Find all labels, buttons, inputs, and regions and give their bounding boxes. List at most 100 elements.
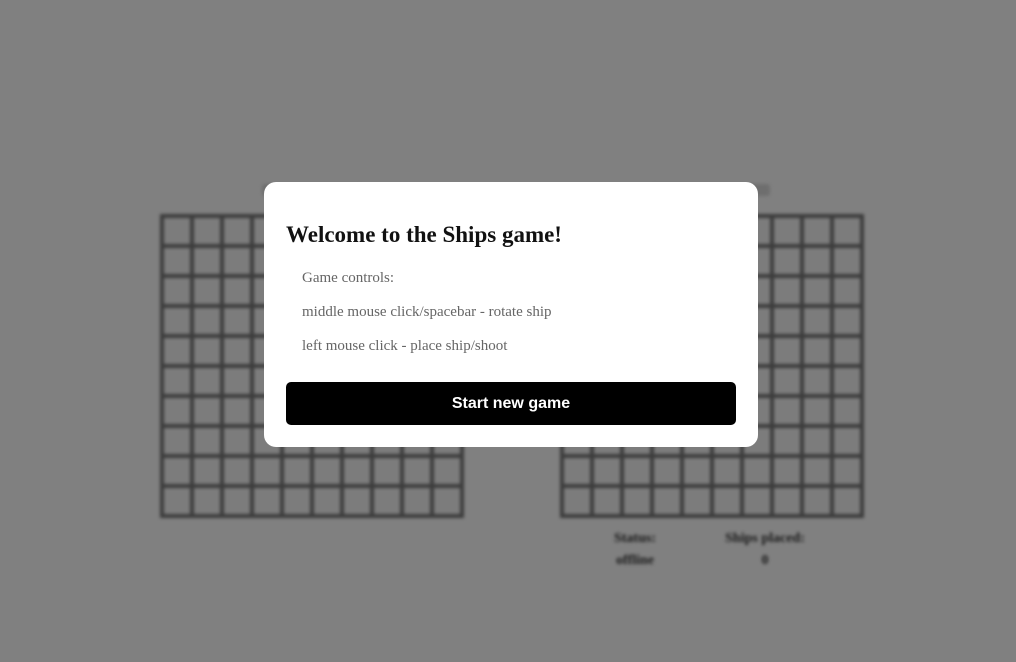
ships-placed-label: Ships placed: [725, 531, 805, 546]
board-cell[interactable] [162, 246, 192, 276]
board-cell[interactable] [832, 366, 862, 396]
controls-heading: Game controls: [302, 270, 395, 286]
board-cell[interactable] [562, 486, 592, 516]
board-cell[interactable] [192, 396, 222, 426]
board-cell[interactable] [712, 486, 742, 516]
board-cell[interactable] [772, 366, 802, 396]
board-cell[interactable] [802, 456, 832, 486]
board-cell[interactable] [802, 486, 832, 516]
board-cell[interactable] [222, 216, 252, 246]
board-cell[interactable] [832, 336, 862, 366]
board-cell[interactable] [222, 456, 252, 486]
board-cell[interactable] [682, 486, 712, 516]
control-rotate: middle mouse click/spacebar - rotate shi… [302, 304, 552, 320]
board-cell[interactable] [772, 396, 802, 426]
board-cell[interactable] [562, 456, 592, 486]
board-cell[interactable] [832, 246, 862, 276]
board-cell[interactable] [162, 396, 192, 426]
game-stats: Status: offline Ships placed: 0 [580, 528, 820, 572]
board-cell[interactable] [222, 246, 252, 276]
control-place-shoot: left mouse click - place ship/shoot [302, 338, 508, 354]
board-cell[interactable] [342, 486, 372, 516]
board-cell[interactable] [742, 486, 772, 516]
board-cell[interactable] [252, 456, 282, 486]
board-cell[interactable] [372, 486, 402, 516]
board-cell[interactable] [802, 276, 832, 306]
board-cell[interactable] [192, 276, 222, 306]
board-cell[interactable] [162, 336, 192, 366]
board-cell[interactable] [772, 246, 802, 276]
board-cell[interactable] [682, 456, 712, 486]
board-cell[interactable] [402, 456, 432, 486]
board-cell[interactable] [372, 456, 402, 486]
board-cell[interactable] [162, 276, 192, 306]
board-cell[interactable] [772, 216, 802, 246]
board-cell[interactable] [592, 486, 622, 516]
board-cell[interactable] [742, 456, 772, 486]
board-cell[interactable] [802, 366, 832, 396]
board-cell[interactable] [832, 396, 862, 426]
board-cell[interactable] [802, 246, 832, 276]
board-cell[interactable] [772, 426, 802, 456]
board-cell[interactable] [802, 336, 832, 366]
board-cell[interactable] [342, 456, 372, 486]
board-cell[interactable] [622, 456, 652, 486]
board-cell[interactable] [162, 366, 192, 396]
board-cell[interactable] [162, 456, 192, 486]
board-cell[interactable] [222, 396, 252, 426]
board-cell[interactable] [162, 426, 192, 456]
board-cell[interactable] [832, 306, 862, 336]
board-cell[interactable] [192, 246, 222, 276]
board-cell[interactable] [222, 306, 252, 336]
board-cell[interactable] [622, 486, 652, 516]
board-cell[interactable] [432, 486, 462, 516]
board-cell[interactable] [162, 216, 192, 246]
board-cell[interactable] [192, 216, 222, 246]
board-cell[interactable] [252, 486, 282, 516]
board-cell[interactable] [162, 486, 192, 516]
board-cell[interactable] [192, 306, 222, 336]
board-cell[interactable] [592, 456, 622, 486]
game-stage: Status: offline Ships placed: 0 Welcome … [0, 0, 1016, 662]
board-cell[interactable] [312, 456, 342, 486]
board-cell[interactable] [802, 216, 832, 246]
board-cell[interactable] [832, 456, 862, 486]
board-cell[interactable] [432, 456, 462, 486]
board-cell[interactable] [222, 426, 252, 456]
board-cell[interactable] [402, 486, 432, 516]
board-cell[interactable] [192, 366, 222, 396]
board-cell[interactable] [712, 456, 742, 486]
board-cell[interactable] [282, 486, 312, 516]
board-cell[interactable] [652, 456, 682, 486]
board-cell[interactable] [282, 456, 312, 486]
board-cell[interactable] [832, 216, 862, 246]
board-cell[interactable] [222, 276, 252, 306]
start-new-game-button[interactable]: Start new game [286, 382, 736, 425]
status-stat: Status: offline [580, 528, 690, 572]
board-cell[interactable] [832, 426, 862, 456]
status-value: offline [615, 553, 655, 568]
board-cell[interactable] [832, 276, 862, 306]
board-cell[interactable] [772, 276, 802, 306]
board-cell[interactable] [802, 396, 832, 426]
board-cell[interactable] [222, 486, 252, 516]
board-cell[interactable] [802, 426, 832, 456]
board-cell[interactable] [192, 486, 222, 516]
board-cell[interactable] [222, 336, 252, 366]
board-cell[interactable] [162, 306, 192, 336]
board-cell[interactable] [652, 486, 682, 516]
board-cell[interactable] [192, 426, 222, 456]
board-cell[interactable] [312, 486, 342, 516]
board-cell[interactable] [772, 336, 802, 366]
ships-placed-value: 0 [761, 553, 769, 568]
board-cell[interactable] [802, 306, 832, 336]
board-cell[interactable] [192, 456, 222, 486]
board-cell[interactable] [222, 366, 252, 396]
board-cell[interactable] [192, 336, 222, 366]
status-label: Status: [613, 531, 656, 546]
welcome-modal: Welcome to the Ships game! Game controls… [264, 182, 758, 447]
board-cell[interactable] [772, 486, 802, 516]
board-cell[interactable] [772, 456, 802, 486]
board-cell[interactable] [832, 486, 862, 516]
board-cell[interactable] [772, 306, 802, 336]
